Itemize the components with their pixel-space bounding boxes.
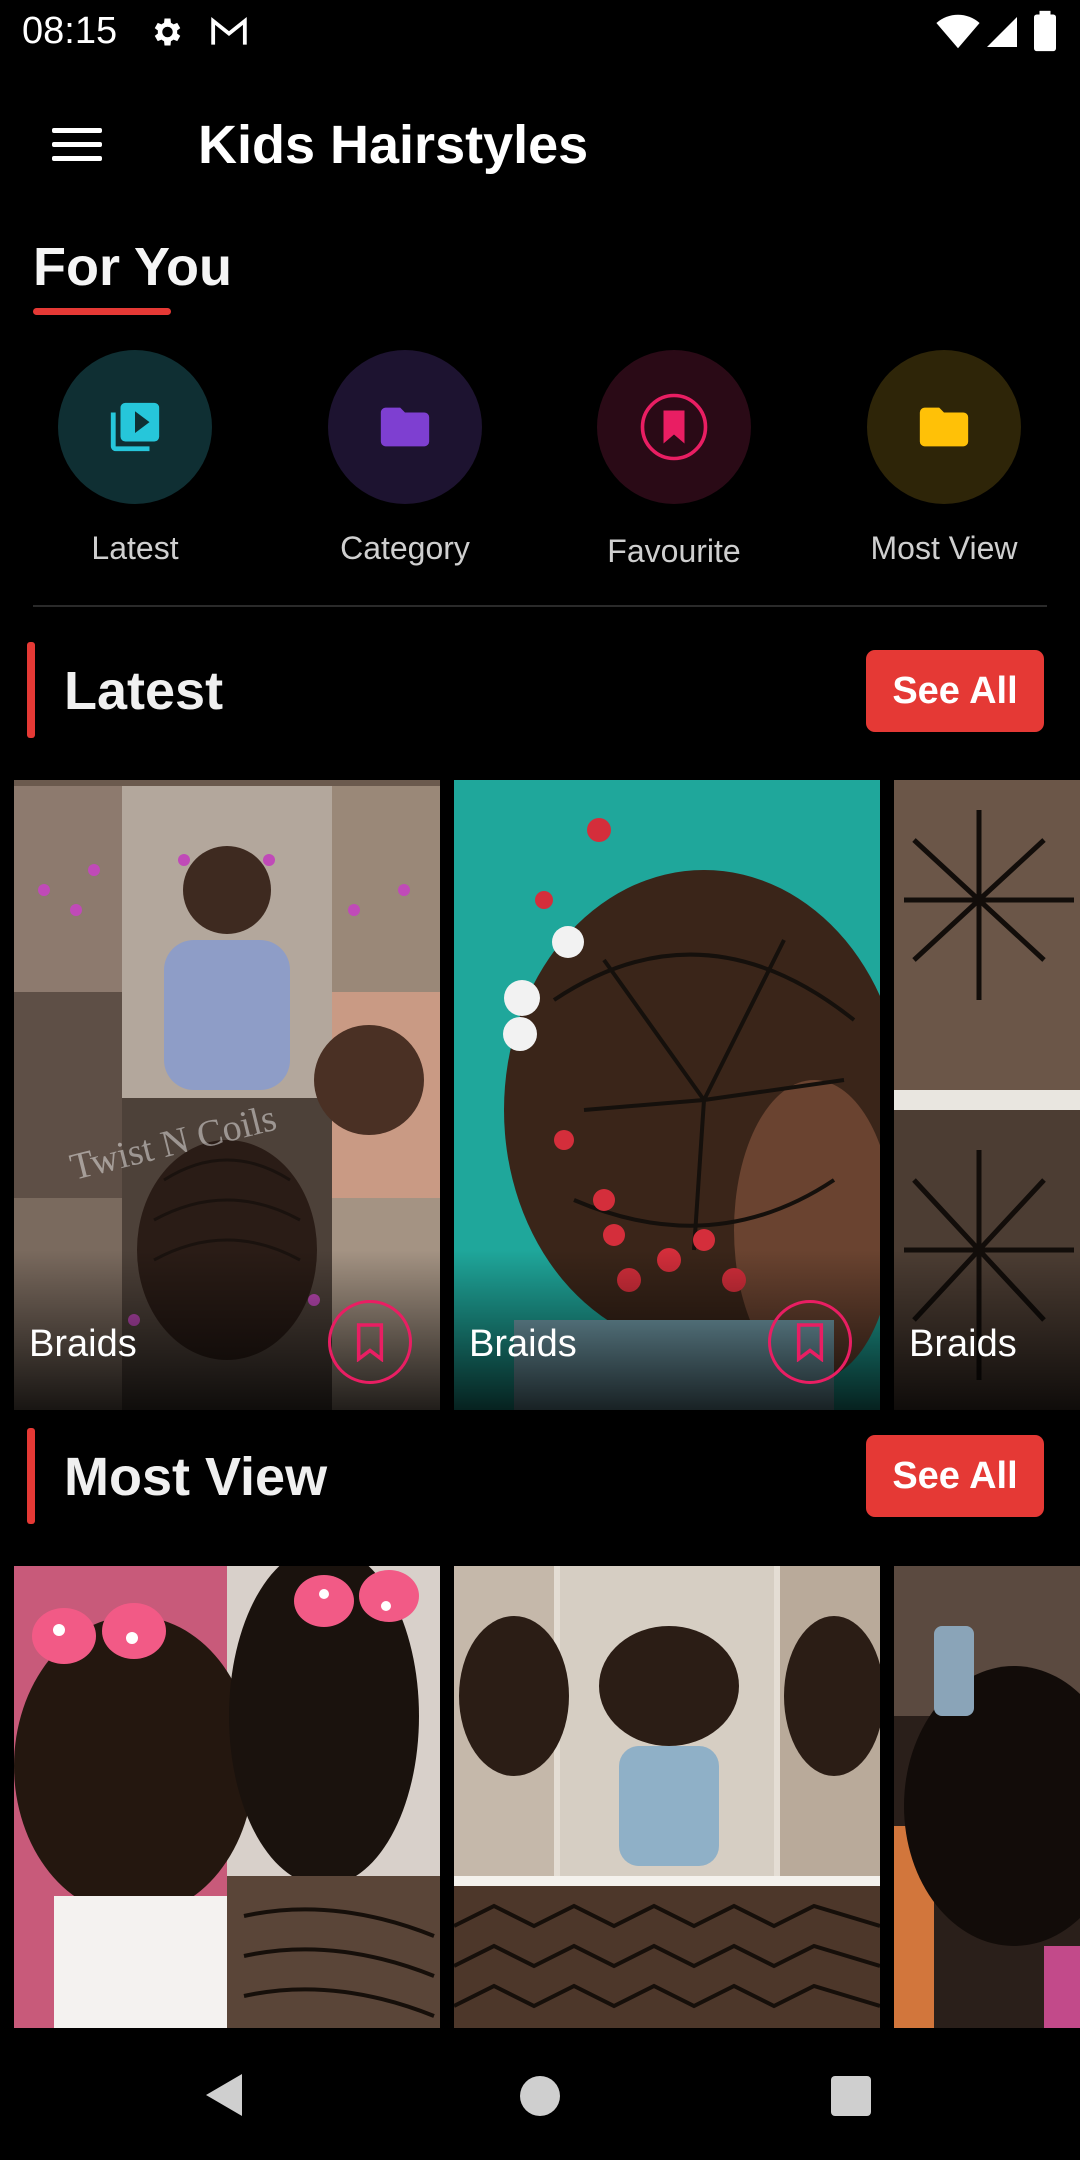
- card-caption: Braids: [29, 1323, 137, 1365]
- latest-card[interactable]: Twist N Coils Braids: [14, 780, 440, 1410]
- signal-icon: [987, 17, 1017, 47]
- hairstyle-bows-image: [14, 1566, 440, 2028]
- latest-circle: [58, 350, 212, 504]
- category-favourite-label: Favourite: [607, 533, 741, 569]
- most-view-card[interactable]: [454, 1566, 880, 2028]
- most-view-card[interactable]: [14, 1566, 440, 2028]
- category-most-view-button[interactable]: Most View: [867, 350, 1021, 566]
- most-view-section-title: Most View: [64, 1447, 328, 1507]
- category-favourite-button[interactable]: Favourite: [597, 350, 751, 569]
- latest-card[interactable]: Braids: [894, 780, 1080, 1410]
- status-time: 08:15: [22, 10, 118, 52]
- hairstyle-zigzag-image: [454, 1566, 880, 2028]
- most-view-card[interactable]: [894, 1566, 1080, 2028]
- gmail-icon: [211, 16, 247, 45]
- gear-icon: [154, 18, 181, 46]
- category-category-label: Category: [340, 530, 470, 566]
- category-most-view-label: Most View: [870, 530, 1018, 566]
- bookmark-button[interactable]: [768, 1300, 852, 1384]
- bookmark-icon: [640, 393, 708, 461]
- home-icon[interactable]: [518, 2074, 562, 2118]
- bookmark-button[interactable]: [328, 1300, 412, 1384]
- category-latest-label: Latest: [91, 530, 179, 566]
- category-category-button[interactable]: Category: [328, 350, 482, 566]
- divider: [33, 605, 1047, 607]
- folder-icon: [919, 407, 969, 447]
- tab-indicator: [33, 308, 171, 315]
- section-accent-bar: [27, 642, 35, 738]
- tab-for-you[interactable]: For You: [33, 236, 232, 298]
- folder-icon: [380, 407, 430, 447]
- recents-icon[interactable]: [829, 2074, 873, 2118]
- most-view-circle: [867, 350, 1021, 504]
- hamburger-menu-icon[interactable]: [52, 128, 102, 162]
- latest-see-all-button[interactable]: See All: [866, 650, 1044, 732]
- status-bar: 08:15: [0, 0, 1080, 66]
- wifi-icon: [936, 14, 980, 49]
- bookmark-outline-icon: [796, 1323, 824, 1362]
- card-caption: Braids: [909, 1323, 1017, 1365]
- section-accent-bar: [27, 1428, 35, 1524]
- category-circle: [328, 350, 482, 504]
- latest-section-title: Latest: [64, 661, 224, 721]
- most-view-see-all-button[interactable]: See All: [866, 1435, 1044, 1517]
- battery-icon: [1034, 10, 1056, 52]
- bookmark-outline-icon: [356, 1323, 384, 1362]
- card-caption: Braids: [469, 1323, 577, 1365]
- category-latest-button[interactable]: Latest: [58, 350, 212, 566]
- back-icon[interactable]: [202, 2070, 246, 2120]
- hairstyle-updo-image: [894, 1566, 1080, 2028]
- system-nav-bar: [0, 2040, 1080, 2160]
- favourite-circle: [597, 350, 751, 504]
- latest-card[interactable]: Braids: [454, 780, 880, 1410]
- app-title: Kids Hairstyles: [198, 115, 589, 175]
- video-library-icon: [110, 402, 160, 452]
